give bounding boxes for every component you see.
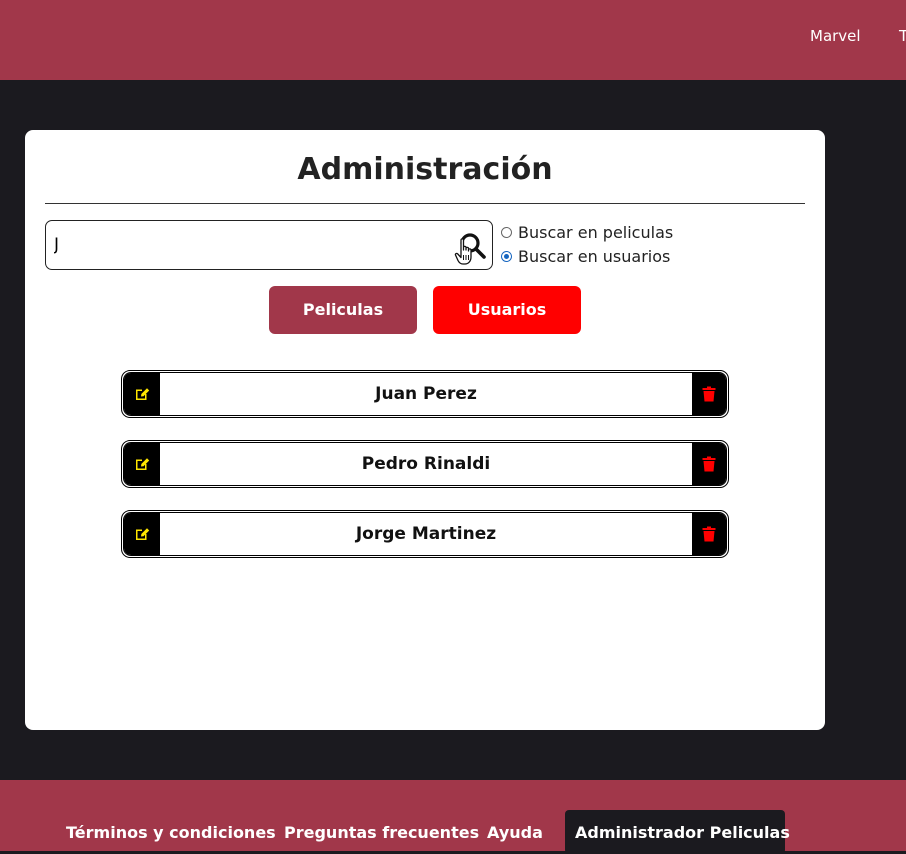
footer-active-label: Administrador Peliculas xyxy=(575,823,790,842)
nav-link-truncated[interactable]: T xyxy=(899,27,906,45)
nav-link-marvel[interactable]: Marvel xyxy=(810,27,861,45)
footer-link-terminos[interactable]: Términos y condiciones xyxy=(66,823,276,842)
hand-pointer-icon xyxy=(454,238,472,265)
radio-peliculas-label: Buscar en peliculas xyxy=(518,222,674,242)
user-row-inner: Pedro Rinaldi xyxy=(123,442,727,486)
user-row: Juan Perez xyxy=(121,370,729,418)
user-name: Pedro Rinaldi xyxy=(361,454,491,474)
user-row: Pedro Rinaldi xyxy=(121,440,729,488)
edit-icon xyxy=(136,528,150,540)
edit-button[interactable] xyxy=(124,443,160,485)
user-name: Jorge Martinez xyxy=(355,524,497,544)
footer: Términos y condiciones Preguntas frecuen… xyxy=(0,780,906,854)
footer-link-administrador[interactable]: Administrador Peliculas xyxy=(565,810,790,854)
footer-link-preguntas[interactable]: Preguntas frecuentes xyxy=(284,823,479,842)
edit-icon xyxy=(136,458,150,470)
delete-button[interactable] xyxy=(692,373,726,415)
usuarios-button[interactable]: Usuarios xyxy=(433,286,581,334)
radio-peliculas-indicator[interactable] xyxy=(501,226,512,238)
edit-button[interactable] xyxy=(124,373,160,415)
footer-link-ayuda[interactable]: Ayuda xyxy=(487,823,543,842)
radio-buscar-peliculas[interactable]: Buscar en peliculas xyxy=(501,221,673,243)
radio-buscar-usuarios[interactable]: Buscar en usuarios xyxy=(501,245,670,267)
title-divider xyxy=(45,203,805,204)
top-header: Marvel T xyxy=(0,0,906,80)
radio-usuarios-label: Buscar en usuarios xyxy=(518,246,671,266)
delete-button[interactable] xyxy=(692,513,726,555)
search-box xyxy=(45,220,493,270)
trash-icon xyxy=(702,456,716,472)
user-row-inner: Jorge Martinez xyxy=(123,512,727,556)
radio-usuarios-indicator[interactable] xyxy=(501,250,512,262)
delete-button[interactable] xyxy=(692,443,726,485)
admin-panel: Administración Buscar en peliculas Busca… xyxy=(25,130,825,730)
edit-icon xyxy=(136,388,150,400)
search-input[interactable] xyxy=(52,229,446,261)
user-row: Jorge Martinez xyxy=(121,510,729,558)
trash-icon xyxy=(702,386,716,402)
edit-button[interactable] xyxy=(124,513,160,555)
user-name: Juan Perez xyxy=(375,384,477,404)
page-title: Administración xyxy=(297,152,553,187)
trash-icon xyxy=(702,526,716,542)
user-row-inner: Juan Perez xyxy=(123,372,727,416)
peliculas-button[interactable]: Peliculas xyxy=(269,286,417,334)
